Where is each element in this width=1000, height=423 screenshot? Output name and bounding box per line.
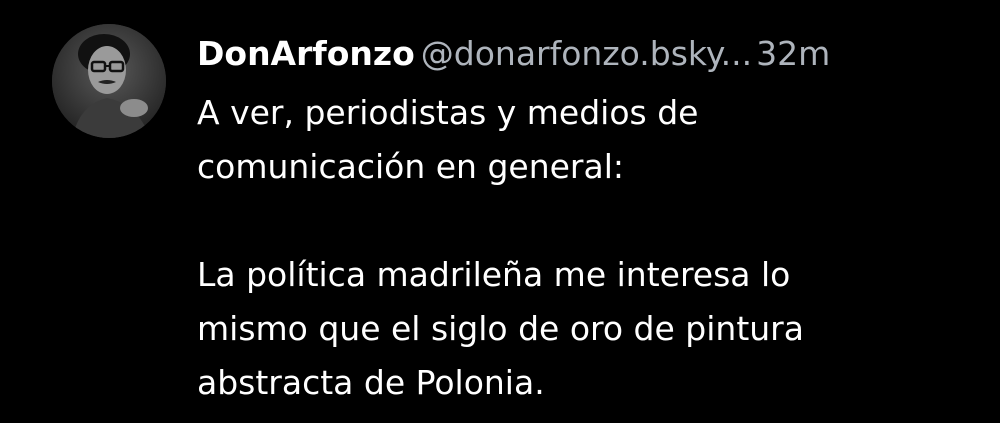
post-text-line: La política madrileña me interesa lo xyxy=(197,255,791,294)
post-card[interactable]: DonArfonzo @donarfonzo.bsky... 32m A ver, … xyxy=(0,0,1000,423)
author-display-name[interactable]: DonArfonzo xyxy=(197,34,415,73)
author-handle[interactable]: @donarfonzo.bsky... xyxy=(421,34,752,73)
post-timestamp[interactable]: 32m xyxy=(756,34,830,73)
avatar-photo-icon xyxy=(52,24,166,138)
post-header: DonArfonzo @donarfonzo.bsky... 32m xyxy=(197,28,987,80)
post-text-line xyxy=(197,194,987,248)
post-text-line: comunicación en general: xyxy=(197,147,625,186)
post-text-line: mismo que el siglo de oro de pintura xyxy=(197,309,804,348)
author-avatar[interactable] xyxy=(52,24,166,138)
post-text: A ver, periodistas y medios de comunicac… xyxy=(197,86,987,410)
post-text-line: abstracta de Polonia. xyxy=(197,363,545,402)
post-text-line: A ver, periodistas y medios de xyxy=(197,93,699,132)
